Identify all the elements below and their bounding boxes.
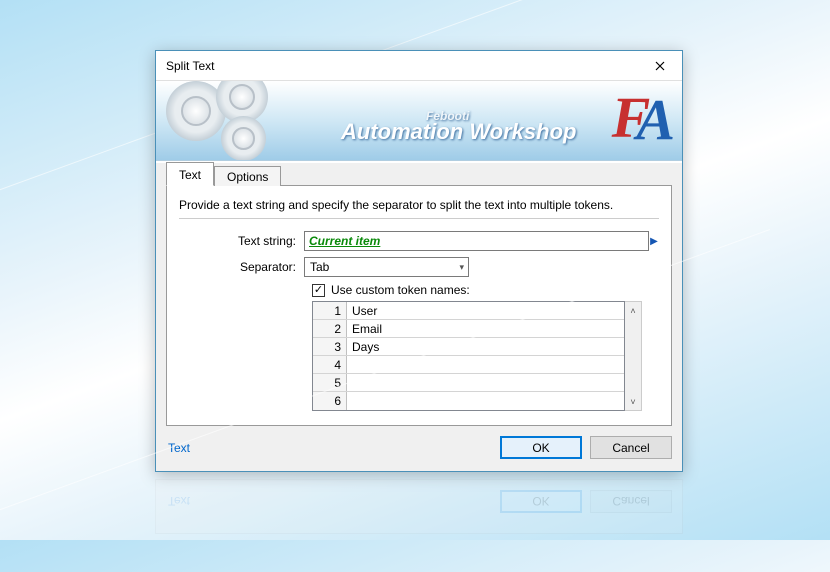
row-number: 1 — [313, 302, 347, 319]
tab-options[interactable]: Options — [214, 166, 281, 186]
banner: Febooti Automation Workshop FA — [156, 81, 682, 161]
row-number: 3 — [313, 338, 347, 355]
scroll-up-button[interactable]: ˄ — [625, 302, 641, 319]
close-button[interactable] — [637, 51, 682, 81]
separator-line — [179, 218, 659, 219]
variable-picker-button[interactable]: ▶ — [649, 231, 659, 251]
titlebar: Split Text — [156, 51, 682, 81]
ok-label: OK — [532, 441, 549, 455]
token-name-cell[interactable]: Days — [347, 338, 624, 355]
separator-select[interactable]: Tab ▾ — [304, 257, 469, 277]
client-area: Text Options Provide a text string and s… — [156, 163, 682, 471]
tab-label: Options — [227, 170, 268, 184]
window-title: Split Text — [156, 59, 637, 73]
custom-tokens-checkbox[interactable]: ✓ — [312, 284, 325, 297]
brand-logo: FA — [606, 86, 667, 153]
help-link[interactable]: Text — [166, 441, 190, 455]
ok-button[interactable]: OK — [500, 436, 582, 459]
dialog-window: Split Text Febooti Automation Workshop F… — [155, 50, 683, 472]
brand-title: Automation Workshop — [341, 119, 576, 144]
table-row[interactable]: 4 — [313, 356, 624, 374]
table-row[interactable]: 6 — [313, 392, 624, 410]
text-string-input[interactable]: Current item — [304, 231, 649, 251]
token-name-cell[interactable]: User — [347, 302, 624, 319]
scroll-down-button[interactable]: ˅ — [625, 393, 641, 410]
token-name-cell[interactable] — [347, 374, 624, 391]
close-icon — [655, 61, 665, 71]
text-string-value: Current item — [309, 234, 380, 248]
table-row[interactable]: 3 Days — [313, 338, 624, 356]
token-name-cell[interactable]: Email — [347, 320, 624, 337]
row-number: 4 — [313, 356, 347, 373]
chevron-down-icon: ▾ — [459, 262, 464, 273]
cancel-button[interactable]: Cancel — [590, 436, 672, 459]
separator-label: Separator: — [179, 260, 304, 274]
table-row[interactable]: 5 — [313, 374, 624, 392]
table-row[interactable]: 2 Email — [313, 320, 624, 338]
tab-strip: Text Options — [166, 164, 672, 186]
token-name-cell[interactable] — [347, 356, 624, 373]
separator-value: Tab — [310, 260, 329, 274]
scroll-track[interactable] — [625, 319, 641, 393]
row-number: 5 — [313, 374, 347, 391]
text-string-label: Text string: — [179, 234, 304, 248]
row-number: 6 — [313, 392, 347, 410]
row-number: 2 — [313, 320, 347, 337]
token-name-cell[interactable] — [347, 392, 624, 410]
tab-panel-text: Provide a text string and specify the se… — [166, 185, 672, 426]
dialog-footer: Text OK Cancel — [166, 426, 672, 459]
tab-text[interactable]: Text — [166, 162, 214, 186]
panel-description: Provide a text string and specify the se… — [179, 198, 659, 212]
vertical-scrollbar[interactable]: ˄ ˅ — [625, 301, 642, 411]
gear-icon — [221, 116, 266, 161]
token-grid[interactable]: 1 User 2 Email 3 Days 4 — [312, 301, 625, 411]
tab-label: Text — [179, 168, 201, 182]
table-row[interactable]: 1 User — [313, 302, 624, 320]
banner-title: Febooti Automation Workshop — [341, 109, 576, 145]
custom-tokens-label: Use custom token names: — [331, 283, 470, 297]
cancel-label: Cancel — [612, 441, 649, 455]
